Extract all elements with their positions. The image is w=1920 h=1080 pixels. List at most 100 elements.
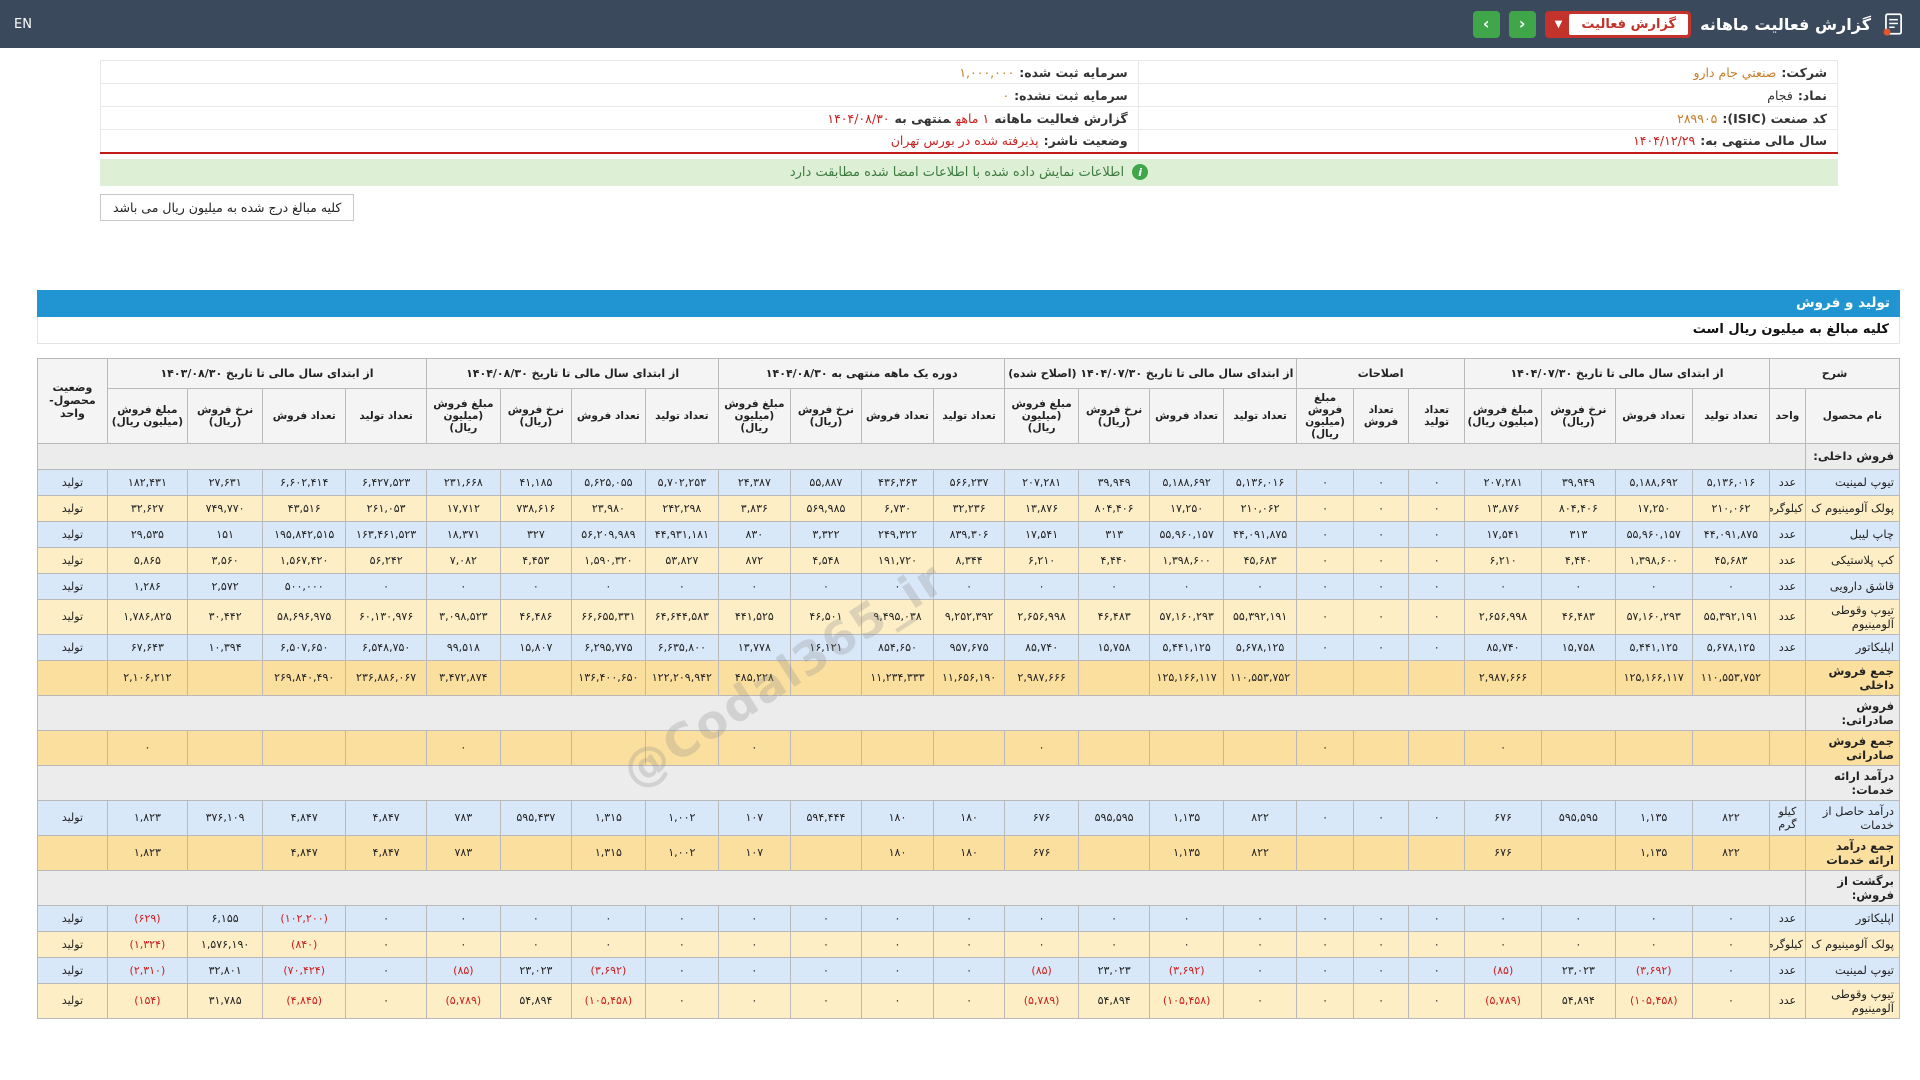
value-cell: ۲,۶۵۶,۹۹۸ — [1004, 598, 1079, 635]
value-cell: ۲,۹۸۷,۶۶۶ — [1004, 659, 1079, 696]
value-cell: ۰ — [1352, 633, 1410, 661]
value-cell: ۰ — [718, 904, 791, 932]
value-cell: (۳,۶۹۲) — [1149, 956, 1224, 984]
value-cell: ۱۱,۲۳۴,۳۳۳ — [861, 659, 934, 696]
column-header: تعداد فروش — [262, 387, 347, 444]
value-cell: ۰ — [1149, 930, 1224, 958]
value-cell: ۰ — [1408, 930, 1465, 958]
value-cell — [499, 834, 573, 871]
value-cell: ۰ — [1541, 572, 1616, 600]
value-cell: ۲,۱۰۶,۲۱۲ — [106, 659, 188, 696]
value-cell: ۴۴۱,۵۲۵ — [718, 598, 791, 635]
value-cell: (۲,۳۱۰) — [106, 956, 188, 984]
value-cell: (۵,۷۸۹) — [426, 982, 501, 1019]
unit-cell — [1769, 729, 1806, 766]
value-cell: ۸۵,۷۴۰ — [1463, 633, 1543, 661]
report-type-button[interactable]: گزارش فعالیت ▼ — [1544, 10, 1692, 38]
value-cell: ۳۲,۸۰۱ — [186, 956, 264, 984]
value-cell: ۵۳,۸۲۷ — [644, 546, 720, 574]
value-cell: ۱۱۰,۵۵۳,۷۵۲ — [1222, 659, 1298, 696]
section-label-cell: فروش صادراتی: — [1804, 694, 1901, 731]
language-toggle-en[interactable]: EN — [14, 17, 32, 32]
banner-text: اطلاعات نمایش داده شده با اطلاعات امضا ش… — [789, 164, 1125, 180]
value-cell: ۰ — [644, 956, 720, 984]
value-cell: ۲۴۹,۳۲۲ — [861, 520, 934, 548]
value-cell: ۸۳۹,۳۰۶ — [932, 520, 1006, 548]
value-cell — [262, 729, 347, 766]
value-cell: ۶,۷۳۰ — [861, 494, 934, 522]
value-cell: ۵,۱۸۸,۶۹۲ — [1614, 468, 1693, 496]
value-cell: ۰ — [1222, 904, 1298, 932]
column-header: تعداد تولید — [345, 387, 428, 444]
value-cell: ۰ — [932, 904, 1006, 932]
value-cell: ۱,۱۳۵ — [1149, 799, 1224, 836]
company-info-body: شرکت:صنعتي جام دارو سرمایه ثبت شده:۱,۰۰۰,… — [100, 60, 1839, 153]
value-cell: ۰ — [1614, 930, 1693, 958]
value-cell: ۵۵,۹۶۰,۱۵۷ — [1149, 520, 1224, 548]
value-cell: ۱۱,۶۵۶,۱۹۰ — [932, 659, 1006, 696]
value-cell: ۴,۸۴۷ — [345, 799, 428, 836]
value-cell: ۵۹۵,۵۹۵ — [1077, 799, 1151, 836]
info-icon: i — [1132, 164, 1149, 180]
value-cell — [1352, 659, 1410, 696]
value-cell: ۰ — [1541, 930, 1616, 958]
value-cell: ۲,۹۸۷,۶۶۶ — [1463, 659, 1543, 696]
value-cell: ۰ — [932, 572, 1006, 600]
value-cell: ۶۷۶ — [1463, 834, 1543, 871]
value-cell: ۶۴,۶۴۴,۵۸۳ — [644, 598, 720, 635]
next-report-button[interactable]: ‹ — [1508, 10, 1536, 38]
value-cell: ۰ — [1296, 598, 1354, 635]
value-cell — [1296, 659, 1354, 696]
info-value: ۱ ماهه — [955, 110, 990, 126]
section-row: فروش صادراتی: — [37, 694, 1901, 731]
value-cell: (۱۵۴) — [106, 982, 188, 1019]
value-cell: ۰ — [1352, 572, 1410, 600]
value-cell: ۰ — [1463, 729, 1543, 766]
value-cell: ۰ — [345, 930, 428, 958]
value-cell: ۱,۳۹۸,۶۰۰ — [1149, 546, 1224, 574]
value-cell — [1408, 659, 1465, 696]
production-table-body: فروش داخلی: تیوپ لمینیت عدد ۵,۱۳۶,۰۱۶ ۵,۱۸۸,… — [37, 442, 1901, 1019]
value-cell: ۲۰۷,۲۸۱ — [1004, 468, 1079, 496]
value-cell — [789, 729, 863, 766]
info-cell: نماد:فجام — [1137, 83, 1839, 107]
product-row: کپ پلاستیکی عدد ۴۵,۶۸۳ ۱,۳۹۸,۶۰۰ ۴,۴۴۰ ۶,۲۱۰ ۰… — [37, 546, 1901, 574]
value-cell: ۰ — [932, 930, 1006, 958]
value-cell: ۰ — [789, 982, 863, 1019]
value-cell: ۶,۶۰۲,۴۱۴ — [262, 468, 347, 496]
value-cell: ۲۷,۶۳۱ — [186, 468, 264, 496]
column-header: از ابتدای سال مالی تا تاریخ ۱۴۰۳/۰۸/۳۰ — [106, 357, 428, 389]
previous-report-button[interactable]: › — [1472, 10, 1500, 38]
table-head: شرح از ابتدای سال مالی تا تاریخ ۱۴۰۴/۰۷/۳… — [37, 357, 1901, 444]
value-cell: (۵,۷۸۹) — [1004, 982, 1079, 1019]
unit-cell: عدد — [1769, 956, 1806, 984]
value-cell: ۲۴۲,۲۹۸ — [644, 494, 720, 522]
value-cell: ۲۶۱,۰۵۳ — [345, 494, 428, 522]
value-cell — [789, 834, 863, 871]
value-cell — [1541, 659, 1616, 696]
value-cell: ۵۰۰,۰۰۰ — [262, 572, 347, 600]
value-cell: ۰ — [718, 930, 791, 958]
value-cell: ۰ — [1296, 494, 1354, 522]
value-cell: ۰ — [1296, 982, 1354, 1019]
value-cell: ۱۷,۵۴۱ — [1004, 520, 1079, 548]
status-cell: تولید — [37, 799, 108, 836]
value-cell: (۱۰۲,۲۰۰) — [262, 904, 347, 932]
info-value: ۱,۰۰۰,۰۰۰ — [959, 64, 1015, 80]
column-header: تعداد تولید — [644, 387, 720, 444]
value-cell: ۴۶,۴۸۳ — [1541, 598, 1616, 635]
value-cell: ۰ — [1004, 729, 1079, 766]
value-cell: ۰ — [1408, 546, 1465, 574]
value-cell: ۰ — [718, 729, 791, 766]
chevron-right-icon: › — [1482, 14, 1490, 33]
value-cell: ۰ — [345, 904, 428, 932]
value-cell: ۲۳۶,۸۸۶,۰۶۷ — [345, 659, 428, 696]
value-cell: ۰ — [1408, 494, 1465, 522]
value-cell: ۰ — [345, 982, 428, 1019]
value-cell: ۰ — [1004, 930, 1079, 958]
column-header: از ابتدای سال مالی تا تاریخ ۱۴۰۴/۰۷/۳۰ (… — [1004, 357, 1298, 389]
value-cell: ۴۱,۱۸۵ — [499, 468, 573, 496]
value-cell: ۱۰۷ — [718, 834, 791, 871]
value-cell: ۵۴,۸۹۴ — [499, 982, 573, 1019]
value-cell: ۳۲۷ — [499, 520, 573, 548]
